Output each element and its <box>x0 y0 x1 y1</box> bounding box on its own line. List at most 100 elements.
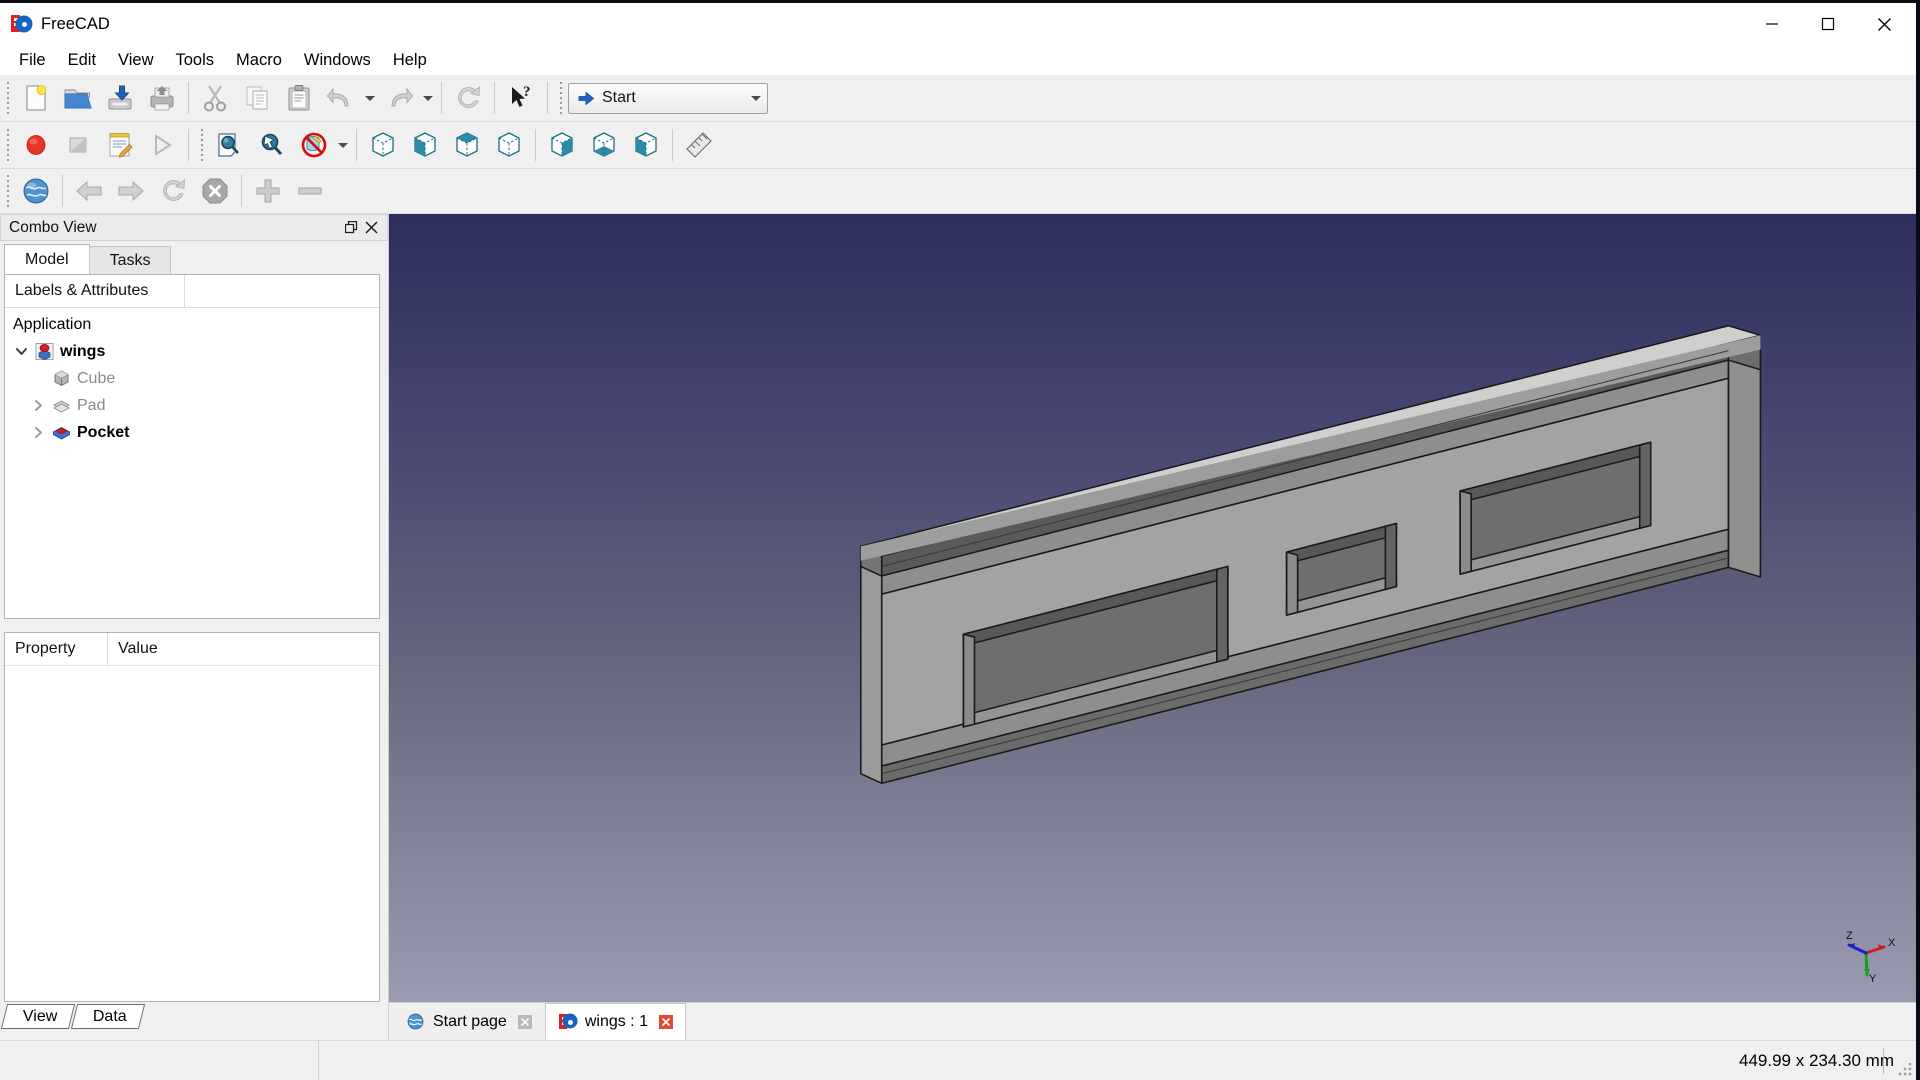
tab-tasks[interactable]: Tasks <box>88 246 172 274</box>
maximize-button[interactable] <box>1800 3 1856 45</box>
tree-item-label: Cube <box>77 369 116 387</box>
menu-view[interactable]: View <box>107 48 164 73</box>
tree-item-wings[interactable]: wings <box>5 338 379 365</box>
browser-back-button[interactable] <box>68 171 110 211</box>
execute-macro-button[interactable] <box>141 125 183 165</box>
toolbar-row-1: ? Start <box>0 75 1916 122</box>
browser-forward-button[interactable] <box>110 171 152 211</box>
redo-button[interactable] <box>378 78 420 118</box>
tree-item-pad[interactable]: Pad <box>5 392 379 419</box>
whats-this-button[interactable]: ? <box>500 78 542 118</box>
chevron-right-icon[interactable] <box>27 426 49 439</box>
browser-refresh-button[interactable] <box>152 171 194 211</box>
workbench-selected-label: Start <box>602 89 636 106</box>
toolbar-grip[interactable] <box>556 81 565 115</box>
toolbar-separator <box>188 129 189 161</box>
copy-button[interactable] <box>236 78 278 118</box>
toolbar-separator <box>547 82 548 114</box>
toolbar-separator <box>672 129 673 161</box>
resize-grip[interactable] <box>1898 1063 1912 1077</box>
value-column-header: Value <box>118 640 158 657</box>
tree-column-empty <box>185 275 205 307</box>
wings-spar-model[interactable] <box>389 214 1916 1002</box>
model-tree[interactable]: Labels & Attributes Application wings Cu… <box>4 274 380 619</box>
close-red-icon[interactable] <box>657 1013 675 1031</box>
document-tab-bar: Start page wings : 1 <box>389 1002 1916 1040</box>
fit-all-button[interactable] <box>209 125 251 165</box>
macros-button[interactable] <box>99 125 141 165</box>
tree-item-cube[interactable]: Cube <box>5 365 379 392</box>
undo-dropdown-button[interactable] <box>362 78 378 118</box>
tree-column-labels: Labels & Attributes <box>5 275 185 307</box>
zoom-out-button[interactable] <box>289 171 331 211</box>
paste-button[interactable] <box>278 78 320 118</box>
toolbar-separator <box>441 82 442 114</box>
menu-help[interactable]: Help <box>382 48 438 73</box>
macro-record-button[interactable] <box>15 125 57 165</box>
property-view-tabs: View Data <box>0 1004 388 1040</box>
right-view-button[interactable] <box>488 125 530 165</box>
toolbar-separator <box>241 175 242 207</box>
menu-windows[interactable]: Windows <box>293 48 382 73</box>
bottom-view-button[interactable] <box>583 125 625 165</box>
save-document-button[interactable] <box>99 78 141 118</box>
3d-viewport[interactable]: X Y Z <box>389 214 1916 1002</box>
chevron-down-icon <box>751 95 761 101</box>
tab-view[interactable]: View <box>0 1004 76 1029</box>
chevron-right-icon[interactable] <box>27 399 49 412</box>
print-document-button[interactable] <box>141 78 183 118</box>
document-tab-wings[interactable]: wings : 1 <box>544 1003 686 1040</box>
zoom-in-button[interactable] <box>247 171 289 211</box>
toolbar-separator <box>535 129 536 161</box>
tree-item-pocket[interactable]: Pocket <box>5 419 379 446</box>
rear-view-button[interactable] <box>541 125 583 165</box>
tree-root-application[interactable]: Application <box>5 311 379 338</box>
menu-file[interactable]: File <box>8 48 57 73</box>
x-axis-label: X <box>1888 937 1896 949</box>
menu-macro[interactable]: Macro <box>225 48 293 73</box>
menu-tools[interactable]: Tools <box>165 48 226 73</box>
toolbar-grip[interactable] <box>197 128 206 162</box>
fit-selection-button[interactable] <box>251 125 293 165</box>
toolbar-grip[interactable] <box>3 128 12 162</box>
file-toolbar <box>0 75 194 121</box>
tree-body: Application wings Cube Pad Pocket <box>5 308 379 446</box>
redo-dropdown-button[interactable] <box>420 78 436 118</box>
tab-model[interactable]: Model <box>4 244 90 274</box>
workbench-selector[interactable]: Start <box>568 82 768 114</box>
measure-button[interactable] <box>678 125 720 165</box>
restore-icon[interactable] <box>341 218 361 238</box>
new-document-button[interactable] <box>15 78 57 118</box>
undo-button[interactable] <box>320 78 362 118</box>
close-icon[interactable] <box>361 218 381 238</box>
browser-stop-button[interactable] <box>194 171 236 211</box>
window-title: FreeCAD <box>41 14 110 33</box>
web-home-button[interactable] <box>15 171 57 211</box>
property-editor-body[interactable] <box>5 666 379 1001</box>
draw-style-button[interactable] <box>293 125 335 165</box>
menu-edit[interactable]: Edit <box>57 48 107 73</box>
front-view-button[interactable] <box>404 125 446 165</box>
refresh-button[interactable] <box>447 78 489 118</box>
draw-style-dropdown-button[interactable] <box>335 125 351 165</box>
open-document-button[interactable] <box>57 78 99 118</box>
left-view-button[interactable] <box>625 125 667 165</box>
document-tab-start-page[interactable]: Start page <box>393 1003 545 1040</box>
toolbar-row-3 <box>0 169 1916 214</box>
cut-button[interactable] <box>194 78 236 118</box>
close-grey-icon[interactable] <box>516 1013 534 1031</box>
combo-view-tabs: Model Tasks <box>0 241 388 274</box>
blue-arrow-icon <box>578 91 595 106</box>
chevron-down-icon[interactable] <box>10 345 32 358</box>
toolbar-grip[interactable] <box>3 81 12 115</box>
minimize-button[interactable] <box>1744 3 1800 45</box>
macro-stop-button[interactable] <box>57 125 99 165</box>
tree-item-label: Pocket <box>77 423 130 441</box>
axonometric-view-button[interactable] <box>362 125 404 165</box>
property-editor[interactable]: Property Value <box>4 632 380 1002</box>
freecad-logo-icon <box>558 1013 576 1030</box>
close-button[interactable] <box>1856 3 1912 45</box>
top-view-button[interactable] <box>446 125 488 165</box>
toolbar-grip[interactable] <box>3 174 12 208</box>
tab-data[interactable]: Data <box>71 1004 146 1029</box>
